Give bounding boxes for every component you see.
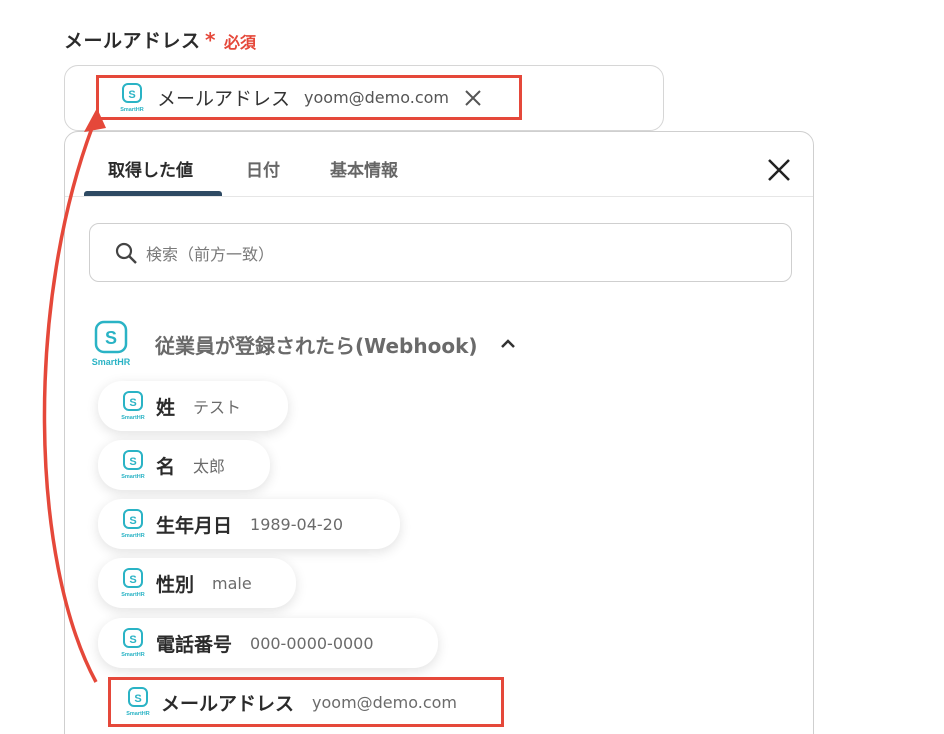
list-item-birthdate[interactable]: S SmartHR 生年月日 1989-04-20 (98, 499, 400, 549)
svg-text:SmartHR: SmartHR (121, 652, 145, 658)
item-value: 1989-04-20 (250, 514, 343, 534)
svg-text:SmartHR: SmartHR (126, 711, 150, 717)
item-value: male (212, 573, 252, 593)
item-key: 電話番号 (156, 633, 233, 656)
item-key: 生年月日 (156, 514, 233, 537)
item-key: メールアドレス (161, 692, 295, 715)
smarthr-logo-icon: S SmartHR (92, 320, 131, 367)
item-key: 性別 (156, 573, 195, 596)
svg-text:SmartHR: SmartHR (121, 592, 145, 598)
field-label: メールアドレス (64, 30, 201, 52)
list-item-last-name[interactable]: S SmartHR 姓 テスト (98, 381, 288, 431)
required-star: * (205, 28, 216, 52)
list-item-email[interactable]: S SmartHR メールアドレス yoom@demo.com (108, 677, 504, 727)
smarthr-logo-icon: S SmartHR (121, 450, 145, 480)
svg-text:S: S (105, 328, 117, 348)
list-item-gender[interactable]: S SmartHR 性別 male (98, 558, 296, 608)
smarthr-logo-icon: S SmartHR (121, 568, 145, 598)
svg-text:S: S (134, 693, 141, 705)
close-icon[interactable] (765, 156, 793, 184)
required-label: 必須 (224, 33, 257, 52)
selected-value-chip[interactable]: S SmartHR メールアドレス yoom@demo.com (96, 75, 522, 120)
smarthr-logo-icon: S SmartHR (121, 391, 145, 421)
group-title: 従業員が登録されたら(Webhook) (155, 333, 478, 358)
item-key: 姓 (156, 396, 176, 419)
item-key: 名 (156, 455, 176, 478)
svg-text:S: S (129, 574, 136, 586)
smarthr-logo-icon: S SmartHR (121, 509, 145, 539)
remove-icon[interactable] (463, 88, 483, 108)
selected-chip-key: メールアドレス (157, 88, 291, 110)
tab-divider (65, 196, 813, 197)
svg-text:S: S (129, 515, 136, 527)
item-value: 000-0000-0000 (250, 633, 374, 653)
chevron-up-icon[interactable] (498, 334, 518, 354)
item-value: テスト (193, 398, 242, 417)
smarthr-logo-icon: S SmartHR (120, 82, 144, 113)
svg-text:SmartHR: SmartHR (121, 415, 145, 421)
selected-chip-value: yoom@demo.com (304, 88, 449, 107)
smarthr-logo-icon: S SmartHR (121, 628, 145, 658)
search-placeholder: 検索（前方一致） (146, 244, 275, 264)
svg-text:SmartHR: SmartHR (92, 357, 131, 367)
search-icon (115, 242, 137, 264)
svg-text:SmartHR: SmartHR (121, 533, 145, 539)
trigger-group-header[interactable]: S SmartHR 従業員が登録されたら(Webhook) (89, 320, 518, 368)
svg-text:S: S (128, 89, 135, 101)
tab-acquired-values[interactable]: 取得した値 (108, 156, 193, 181)
tab-basic-info[interactable]: 基本情報 (330, 156, 398, 181)
smarthr-logo-icon: S SmartHR (126, 687, 150, 717)
item-value: yoom@demo.com (312, 692, 457, 712)
tab-date[interactable]: 日付 (246, 156, 280, 181)
svg-text:S: S (129, 456, 136, 468)
svg-text:S: S (129, 397, 136, 409)
item-value: 太郎 (193, 457, 226, 476)
svg-text:S: S (129, 634, 136, 646)
svg-text:SmartHR: SmartHR (121, 474, 145, 480)
search-input[interactable]: 検索（前方一致） (89, 223, 792, 282)
list-item-phone[interactable]: S SmartHR 電話番号 000-0000-0000 (98, 618, 438, 668)
list-item-first-name[interactable]: S SmartHR 名 太郎 (98, 440, 270, 490)
svg-text:SmartHR: SmartHR (120, 107, 144, 113)
